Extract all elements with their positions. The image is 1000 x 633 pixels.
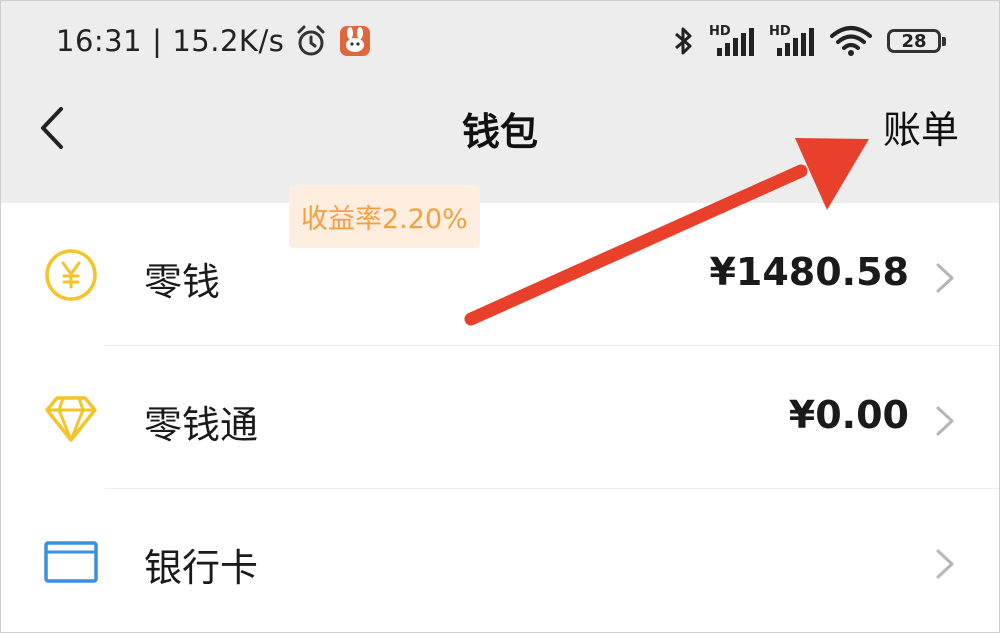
phone-screen: 16:31 | 15.2K/s HD HD 28 钱包 账单 零钱 ¥1480.…	[0, 0, 1000, 633]
wallet-item-lingqiantong[interactable]: 零钱通 ¥0.00	[1, 346, 999, 488]
chevron-right-icon	[936, 406, 954, 436]
status-separator: |	[152, 24, 163, 58]
nav-bar: 钱包 账单	[1, 83, 999, 203]
chevron-right-icon	[936, 549, 954, 579]
status-time: 16:31	[56, 24, 143, 58]
bank-card-icon	[44, 541, 98, 583]
wallet-item-label: 零钱	[144, 260, 221, 304]
status-bar: 16:31 | 15.2K/s HD HD 28	[1, 1, 999, 83]
page-title: 钱包	[461, 110, 538, 154]
bluetooth-icon	[675, 27, 692, 55]
bill-button[interactable]: 账单	[883, 99, 959, 154]
wallet-item-amount: ¥0.00	[788, 393, 909, 437]
wallet-list: 零钱 ¥1480.58 零钱通 ¥0.00 银行卡	[1, 203, 999, 632]
status-right: HD HD 28	[673, 21, 946, 61]
battery-icon: 28	[887, 29, 946, 53]
signal-icon: HD	[769, 24, 815, 58]
battery-level: 28	[901, 30, 927, 52]
signal-icon: HD	[709, 24, 755, 58]
wallet-item-amount: ¥1480.58	[709, 250, 909, 294]
wallet-item-label: 银行卡	[144, 546, 259, 590]
alarm-icon	[297, 25, 325, 56]
wifi-icon	[830, 26, 872, 56]
status-left: 16:31 | 15.2K/s	[56, 21, 372, 61]
wallet-item-label: 零钱通	[144, 403, 259, 447]
yield-rate-badge: 收益率2.20%	[289, 185, 480, 248]
app-notification-icon	[340, 26, 371, 56]
diamond-icon	[45, 396, 97, 442]
yuan-coin-icon	[45, 249, 97, 301]
chevron-right-icon	[936, 263, 954, 293]
network-speed: 15.2K/s	[172, 24, 285, 58]
wallet-item-bank-card[interactable]: 银行卡	[1, 489, 999, 631]
wallet-item-change[interactable]: 零钱 ¥1480.58	[1, 203, 999, 345]
